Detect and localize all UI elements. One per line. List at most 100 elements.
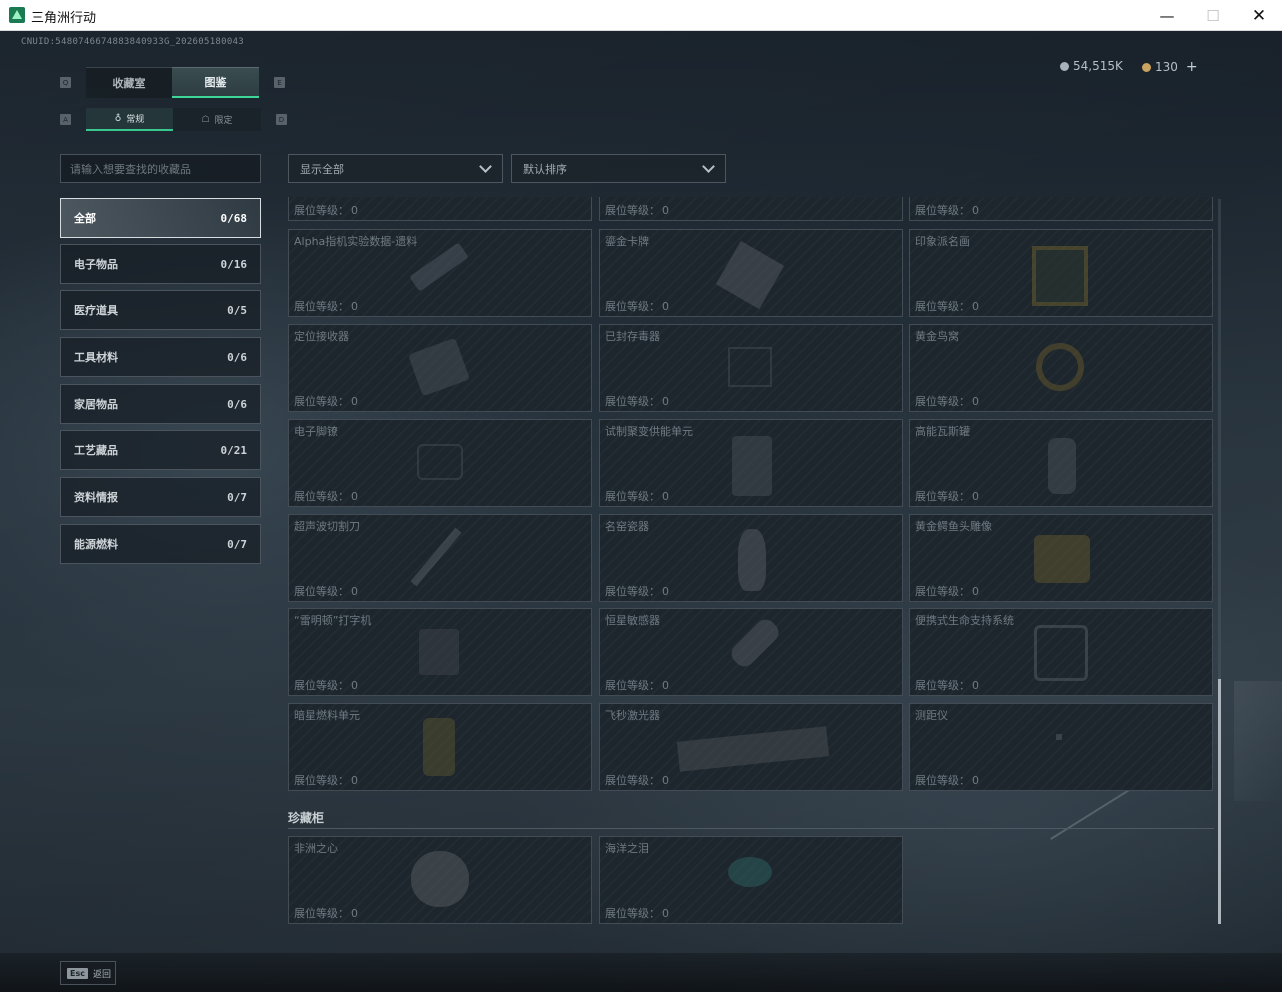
- app-logo-icon: [9, 7, 25, 23]
- maximize-button[interactable]: ☐: [1190, 0, 1236, 31]
- sort-dropdown[interactable]: 默认排序: [511, 154, 726, 183]
- limited-icon: ☖: [201, 114, 210, 125]
- grid-scrollbar[interactable]: [1218, 199, 1221, 924]
- key-hint-e: E: [274, 77, 285, 88]
- category-all[interactable]: 全部 0/68: [60, 198, 261, 238]
- item-card[interactable]: 已封存毒器 展位等级： 0: [599, 324, 903, 412]
- item-card[interactable]: 高能瓦斯罐 展位等级： 0: [909, 419, 1213, 507]
- back-label: 返回: [92, 969, 111, 980]
- category-fuel[interactable]: 能源燃料 0/7: [60, 524, 261, 564]
- item-image: [727, 615, 783, 671]
- item-card[interactable]: 展位等级： 0: [288, 197, 592, 221]
- category-label: 电子物品: [74, 258, 118, 271]
- cnuid-label: CNUID:5480746674883840933G_202605180043: [21, 37, 245, 47]
- item-card[interactable]: 超声波切割刀 展位等级： 0: [288, 514, 592, 602]
- close-window-button[interactable]: ✕: [1236, 0, 1282, 31]
- key-hint-d: D: [276, 114, 287, 125]
- subtab-regular[interactable]: ♁ 常规: [86, 108, 173, 131]
- item-level: 展位等级： 0: [294, 907, 358, 920]
- item-card[interactable]: 电子脚镣 展位等级： 0: [288, 419, 592, 507]
- subtab-limited[interactable]: ☖ 限定: [173, 108, 261, 131]
- item-card[interactable]: 印象派名画 展位等级： 0: [909, 229, 1213, 317]
- item-card[interactable]: 展位等级： 0: [599, 197, 903, 221]
- back-button[interactable]: Esc 返回: [60, 961, 116, 985]
- key-hint-a: A: [60, 114, 71, 125]
- item-level: 展位等级： 0: [294, 585, 358, 598]
- item-level: 展位等级： 0: [915, 585, 979, 598]
- item-name: 已封存毒器: [605, 330, 660, 343]
- item-name: 定位接收器: [294, 330, 349, 343]
- subtab-regular-label: 常规: [126, 115, 145, 125]
- item-card[interactable]: 鎏金卡牌 展位等级： 0: [599, 229, 903, 317]
- filter-value: 显示全部: [300, 162, 344, 176]
- item-card[interactable]: 展位等级： 0: [909, 197, 1213, 221]
- item-card[interactable]: 定位接收器 展位等级： 0: [288, 324, 592, 412]
- item-card[interactable]: 飞秒激光器 展位等级： 0: [599, 703, 903, 791]
- category-count: 0/5: [227, 303, 247, 317]
- category-label: 工艺藏品: [74, 444, 118, 457]
- search-input[interactable]: 请输入想要查找的收藏品: [60, 154, 261, 183]
- item-name: 便携式生命支持系统: [915, 614, 1014, 627]
- chevron-down-icon: [702, 159, 715, 173]
- premium-value: 130: [1155, 60, 1178, 74]
- item-card[interactable]: 暗星燃料单元 展位等级： 0: [288, 703, 592, 791]
- category-household[interactable]: 家居物品 0/6: [60, 384, 261, 424]
- minimize-button[interactable]: —: [1144, 0, 1190, 31]
- item-name: 暗星燃料单元: [294, 709, 360, 722]
- item-card[interactable]: 名窑瓷器 展位等级： 0: [599, 514, 903, 602]
- item-card[interactable]: 测距仪 展位等级： 0: [909, 703, 1213, 791]
- background-decoration: [1234, 681, 1282, 801]
- item-card[interactable]: 海洋之泪 展位等级： 0: [599, 836, 903, 924]
- item-image: [1034, 625, 1088, 681]
- category-crafts[interactable]: 工艺藏品 0/21: [60, 430, 261, 470]
- item-level: 展位等级： 0: [294, 395, 358, 408]
- premium-coin-icon: [1142, 62, 1151, 72]
- item-level: 展位等级： 0: [294, 204, 358, 217]
- add-currency-button[interactable]: +: [1186, 59, 1198, 75]
- item-name: 测距仪: [915, 709, 948, 722]
- item-image: [738, 529, 766, 591]
- item-image: [417, 444, 463, 480]
- item-level: 展位等级： 0: [605, 300, 669, 313]
- item-image: [676, 726, 830, 772]
- item-card[interactable]: Alpha指机实验数据-遗料 展位等级： 0: [288, 229, 592, 317]
- item-name: 非洲之心: [294, 842, 338, 855]
- category-count: 0/21: [220, 443, 248, 457]
- item-card[interactable]: 黄金鸟窝 展位等级： 0: [909, 324, 1213, 412]
- category-label: 家居物品: [74, 398, 118, 411]
- category-electronics[interactable]: 电子物品 0/16: [60, 244, 261, 284]
- tab-codex[interactable]: 图鉴: [172, 67, 259, 98]
- item-level: 展位等级： 0: [294, 490, 358, 503]
- scrollbar-thumb[interactable]: [1218, 679, 1221, 924]
- item-name: 黄金鸟窝: [915, 330, 959, 343]
- category-intel[interactable]: 资料情报 0/7: [60, 477, 261, 517]
- item-level: 展位等级： 0: [915, 204, 979, 217]
- category-count: 0/16: [220, 257, 248, 271]
- item-image: [419, 629, 459, 675]
- item-card[interactable]: “雷明顿”打字机 展位等级： 0: [288, 608, 592, 696]
- subtab-limited-label: 限定: [214, 116, 233, 126]
- item-card[interactable]: 黄金鳄鱼头雕像 展位等级： 0: [909, 514, 1213, 602]
- item-level: 展位等级： 0: [294, 679, 358, 692]
- category-label: 工具材料: [74, 351, 118, 364]
- item-name: 超声波切割刀: [294, 520, 360, 533]
- item-name: 海洋之泪: [605, 842, 649, 855]
- item-image: [1048, 438, 1076, 494]
- currency-premium: 130 +: [1142, 59, 1198, 75]
- item-level: 展位等级： 0: [605, 585, 669, 598]
- tab-collection-room[interactable]: 收藏室: [86, 67, 172, 98]
- item-card[interactable]: 便携式生命支持系统 展位等级： 0: [909, 608, 1213, 696]
- item-image: [423, 718, 455, 776]
- item-name: 高能瓦斯罐: [915, 425, 970, 438]
- item-level: 展位等级： 0: [915, 395, 979, 408]
- item-card[interactable]: 试制聚变供能单元 展位等级： 0: [599, 419, 903, 507]
- item-level: 展位等级： 0: [605, 774, 669, 787]
- item-card[interactable]: 恒星敏感器 展位等级： 0: [599, 608, 903, 696]
- item-name: 黄金鳄鱼头雕像: [915, 520, 992, 533]
- category-medical[interactable]: 医疗道具 0/5: [60, 290, 261, 330]
- filter-dropdown[interactable]: 显示全部: [288, 154, 503, 183]
- item-image: [728, 857, 772, 887]
- item-card[interactable]: 非洲之心 展位等级： 0: [288, 836, 592, 924]
- item-image: [409, 242, 469, 292]
- category-tools[interactable]: 工具材料 0/6: [60, 337, 261, 377]
